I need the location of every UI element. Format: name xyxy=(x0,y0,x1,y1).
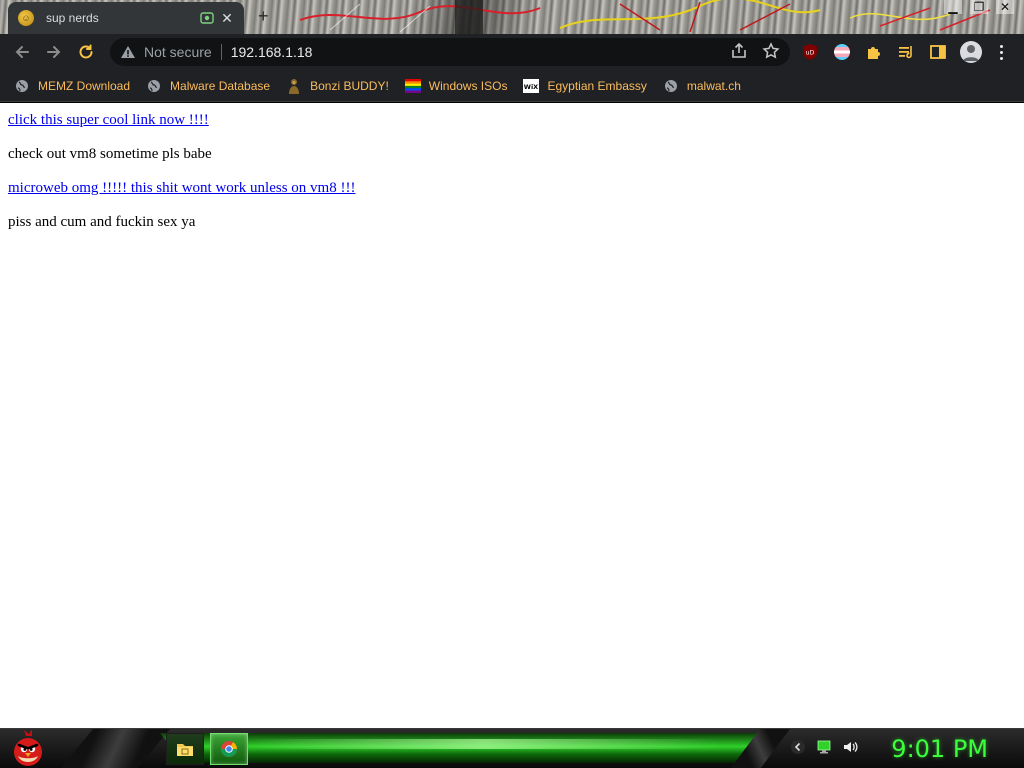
page-line-2: check out vm8 sometime pls babe xyxy=(8,146,212,162)
maximize-button[interactable]: ❐ xyxy=(970,0,988,14)
taskbar-shine xyxy=(250,739,720,749)
bookmark-label: Egyptian Embassy xyxy=(547,78,647,93)
chrome-icon xyxy=(221,741,237,757)
bookmark-windows-isos[interactable]: Windows ISOs xyxy=(404,78,508,94)
taskbar: 9:01 PM xyxy=(0,728,1024,768)
bookmark-malwatch[interactable]: malwat.ch xyxy=(663,78,741,94)
bookmark-egyptian-embassy[interactable]: WiX Egyptian Embassy xyxy=(523,78,647,94)
browser-menu-icon[interactable] xyxy=(994,42,1008,62)
globe-icon xyxy=(663,78,679,94)
svg-text:WiX: WiX xyxy=(524,83,538,91)
title-bar: ☺ sup nerds ✕ + ▁ ❐ ✕ xyxy=(0,0,1024,34)
minimize-button[interactable]: ▁ xyxy=(944,0,962,14)
trans-flag-extension-icon[interactable] xyxy=(832,42,852,62)
chevron-icon[interactable] xyxy=(790,739,806,755)
taskbar-file-explorer[interactable] xyxy=(166,733,204,765)
profile-avatar-icon[interactable] xyxy=(960,41,982,63)
wix-icon: WiX xyxy=(523,78,540,94)
tab-title: sup nerds xyxy=(46,11,99,25)
extensions-area: uD xyxy=(800,41,1008,63)
url-text[interactable]: 192.168.1.18 xyxy=(231,44,313,60)
start-button[interactable] xyxy=(6,729,50,768)
security-status-label[interactable]: Not secure xyxy=(144,44,212,60)
bookmark-label: Windows ISOs xyxy=(428,78,508,93)
bookmark-label: MEMZ Download xyxy=(38,78,131,93)
page-line-3: microweb omg !!!!! this shit wont work u… xyxy=(8,179,1016,198)
reload-icon xyxy=(79,44,93,59)
ublock-extension-icon[interactable]: uD xyxy=(800,42,820,62)
forward-button[interactable] xyxy=(38,36,70,68)
globe-icon xyxy=(146,78,162,94)
rainbow-flag-icon xyxy=(404,78,421,94)
bookmark-label: Malware Database xyxy=(170,78,271,93)
omnibox-separator xyxy=(220,44,222,60)
page-line-4: piss and cum and fuckin sex ya xyxy=(8,214,196,230)
page-line-1: click this super cool link now !!!! xyxy=(8,111,1016,130)
cool-link[interactable]: click this super cool link now !!!! xyxy=(8,112,209,128)
taskbar-decoration-left xyxy=(60,729,170,768)
bookmark-label: Bonzi BUDDY! xyxy=(310,78,389,93)
bookmark-bonzi-buddy[interactable]: Bonzi BUDDY! xyxy=(286,78,389,94)
browser-toolbar: Not secure 192.168.1.18 uD xyxy=(0,34,1024,70)
close-window-button[interactable]: ✕ xyxy=(996,0,1014,14)
taskbar-clock[interactable]: 9:01 PM xyxy=(891,733,988,765)
forward-arrow-icon xyxy=(47,46,61,58)
warning-icon[interactable] xyxy=(120,44,136,60)
reload-button[interactable] xyxy=(70,36,102,68)
address-bar[interactable]: Not secure 192.168.1.18 xyxy=(110,38,790,66)
bonzi-icon xyxy=(286,78,302,94)
bookmark-malware-database[interactable]: Malware Database xyxy=(146,78,270,94)
omnibox-actions xyxy=(730,42,780,60)
page-content: click this super cool link now !!!! chec… xyxy=(0,103,1024,728)
back-arrow-icon xyxy=(15,46,29,58)
media-queue-icon[interactable] xyxy=(896,42,916,62)
window-controls: ▁ ❐ ✕ xyxy=(944,0,1014,14)
file-explorer-icon xyxy=(177,744,193,756)
network-icon[interactable] xyxy=(816,739,832,755)
bookmark-label: malwat.ch xyxy=(686,78,741,93)
angry-bird-start-icon xyxy=(14,730,42,766)
svg-text:uD: uD xyxy=(806,50,815,57)
volume-icon[interactable] xyxy=(842,739,858,755)
new-tab-button[interactable]: + xyxy=(258,7,269,25)
globe-icon xyxy=(14,78,30,94)
extensions-puzzle-icon[interactable] xyxy=(864,42,884,62)
tab-favicon-icon: ☺ xyxy=(18,10,34,26)
browser-tab[interactable]: ☺ sup nerds ✕ xyxy=(8,2,244,34)
microweb-link[interactable]: microweb omg !!!!! this shit wont work u… xyxy=(8,180,355,196)
back-button[interactable] xyxy=(6,36,38,68)
taskbar-chrome[interactable] xyxy=(210,733,248,765)
system-tray xyxy=(790,739,858,755)
share-icon[interactable] xyxy=(730,42,748,60)
bookmark-memz-download[interactable]: MEMZ Download xyxy=(14,78,130,94)
side-panel-icon[interactable] xyxy=(928,42,948,62)
bookmarks-bar: MEMZ Download Malware Database Bonzi BUD… xyxy=(0,70,1024,102)
bookmark-star-icon[interactable] xyxy=(762,42,780,60)
tab-close-icon[interactable]: ✕ xyxy=(220,11,234,25)
tab-audio-icon[interactable] xyxy=(200,10,216,26)
